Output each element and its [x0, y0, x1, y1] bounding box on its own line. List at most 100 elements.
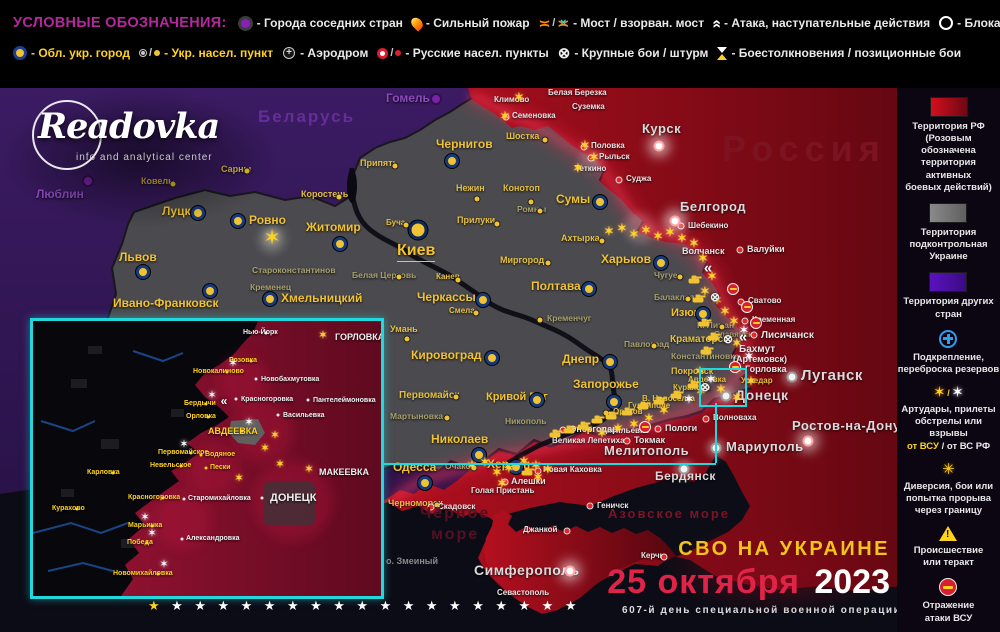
sidebar-text-part: от ВС РФ	[947, 441, 990, 452]
legend-item-label: - Укр. насел. пункт	[164, 46, 273, 60]
sidebar-item-sw-ua: ТерриторияподконтрольнаяУкраине	[909, 203, 987, 263]
map-key-sidebar: Территория РФ(Розовым обозначенатерритор…	[897, 88, 1000, 632]
legend-bar: УСЛОВНЫЕ ОБОЗНАЧЕНИЯ: - Города соседних …	[0, 0, 1000, 88]
inset-city-dot	[112, 472, 115, 475]
ru-town-ring-icon	[377, 48, 388, 59]
sidebar-item-warning: Происшествиеили теракт	[914, 526, 984, 569]
fire-icon	[412, 14, 422, 32]
inset-city-label: Новобахмутовка	[261, 376, 319, 384]
legend-item-label: - Атака, наступательные действия	[724, 16, 930, 30]
inset-city-dot	[205, 467, 208, 470]
sidebar-item-text: Подкрепление,переброска резервов	[898, 352, 999, 376]
inset-city-dot	[250, 360, 253, 363]
neighbor-city-icon	[238, 14, 253, 32]
inset-city-label: ДОНЕЦК	[270, 492, 316, 504]
town-ring-icon	[139, 49, 147, 57]
legend-item-aerodrome: - Аэродром	[282, 44, 368, 62]
sidebar-text-line: атаки ВСУ	[923, 613, 975, 625]
sidebar-text-line: от ВСУ / от ВС РФ	[897, 441, 1000, 453]
explosion-icon: ✶	[228, 359, 237, 370]
slash: /	[390, 47, 393, 59]
inset-city-dot	[181, 538, 184, 541]
cross-icon: ×	[560, 17, 566, 29]
map-title: СВО НА УКРАИНЕ	[607, 538, 890, 561]
star-icon: ★	[356, 599, 368, 612]
star-icon: ★	[241, 599, 253, 612]
star-icon: ★	[380, 599, 392, 612]
sidebar-text-line: Происшествие	[914, 545, 984, 557]
explosion-icon: ✶	[147, 529, 156, 540]
star-icon: ★	[310, 599, 322, 612]
inset-city-label: Александровка	[186, 535, 240, 543]
explosion-icon: ✶	[275, 460, 284, 471]
legend-title: УСЛОВНЫЕ ОБОЗНАЧЕНИЯ:	[13, 15, 227, 31]
sidebar-item-text: ТерриторияподконтрольнаяУкраине	[909, 227, 987, 263]
inset-city-dot	[190, 452, 193, 455]
ua-town-icon: /	[139, 44, 160, 62]
sidebar-text-line: подконтрольная	[909, 239, 987, 251]
inset-city-dot	[162, 497, 165, 500]
star-icon: ★	[194, 599, 206, 612]
legend-item-label: - Русские насел. пункты	[405, 46, 548, 60]
star-icon: ★	[472, 599, 484, 612]
explosion-icon: ✶	[244, 418, 253, 429]
callout-rectangle	[699, 368, 747, 407]
explosion-icon: ✶	[304, 465, 313, 476]
inset-city-label: ГОРЛОВКА	[335, 333, 384, 343]
blown-bridge-icon: ≍×	[557, 16, 569, 30]
explosion-icon: ✶	[270, 431, 279, 442]
inset-city-label: Красногоровка	[241, 396, 293, 404]
sidebar-item-repel: Отражениеатаки ВСУ	[923, 578, 975, 624]
sidebar-text-line: стран	[903, 309, 993, 321]
inset-city-label: МАКЕЕВКА	[319, 468, 369, 478]
inset-city-dot	[241, 430, 244, 433]
big-battle-icon: ⊗	[558, 44, 571, 62]
sidebar-text-line: Территория	[909, 227, 987, 239]
legend-item-attack: «- Атака, наступательные действия	[713, 14, 930, 32]
sidebar-item-text: Диверсия, бои илипопытка прорывачерез гр…	[904, 481, 993, 517]
inset-city-dot	[226, 371, 229, 374]
inset-city-label: Васильевка	[283, 412, 325, 420]
sabotage-star-icon: ✳	[942, 462, 955, 477]
sidebar-text-line: Территория других	[903, 296, 993, 308]
sidebar-item-text: Территория другихстран	[903, 296, 993, 320]
inset-city-dot	[235, 398, 238, 401]
sidebar-item-text: Артудары, прилетыобстрелы или взрывыот В…	[897, 404, 1000, 453]
inset-city-label: Красногоровка	[128, 494, 180, 502]
inset-city-label: Невельское	[150, 462, 191, 470]
inset-city-label: Карловка	[87, 469, 120, 477]
map-date: 25 октября	[607, 563, 800, 601]
sidebar-item-sw-ru: Территория РФ(Розовым обозначенатерритор…	[897, 97, 1000, 194]
inset-city-dot	[307, 399, 310, 402]
sidebar-text-line: Артудары, прилеты	[897, 404, 1000, 416]
sidebar-text-line: Отражение	[923, 600, 975, 612]
star-icon: ★	[148, 599, 160, 612]
explosion-icon: ✶	[207, 391, 216, 402]
star-icon: ★	[333, 599, 345, 612]
legend-item-label: - Крупные бои / штурм	[574, 46, 708, 60]
sidebar-text-line: Подкрепление,	[898, 352, 999, 364]
blockade-icon	[939, 14, 953, 32]
warning-triangle-icon	[939, 526, 957, 541]
sidebar-text-line: через границу	[904, 505, 993, 517]
legend-item-label: - Обл. укр. город	[31, 46, 130, 60]
sidebar-item-reinforce: Подкрепление,переброска резервов	[898, 330, 999, 376]
inset-city-label: Старомихайловка	[188, 495, 251, 503]
inset-city-dot	[207, 416, 210, 419]
ru-town-dot-icon	[395, 50, 401, 56]
sw-ua-swatch	[929, 203, 967, 223]
obl-city-icon	[13, 44, 27, 62]
rf-burst-icon: ✶	[951, 385, 964, 400]
title-block: СВО НА УКРАИНЕ 25 октября 2023	[607, 538, 890, 602]
sidebar-text-line: переброска резервов	[898, 364, 999, 376]
inset-city-label: Водяное	[205, 451, 235, 459]
star-icon: ★	[426, 599, 438, 612]
sidebar-item-sabotage: ✳ Диверсия, бои илипопытка прорывачерез г…	[904, 462, 993, 517]
legend-item-ru-town: / - Русские насел. пункты	[377, 44, 548, 62]
star-icon: ★	[519, 599, 531, 612]
sidebar-item-text: Отражениеатаки ВСУ	[923, 600, 975, 624]
slash: /	[149, 47, 152, 59]
sidebar-text-line: боевых действий)	[897, 182, 1000, 194]
inset-city-dot	[265, 332, 268, 335]
star-icon: ★	[565, 599, 577, 612]
